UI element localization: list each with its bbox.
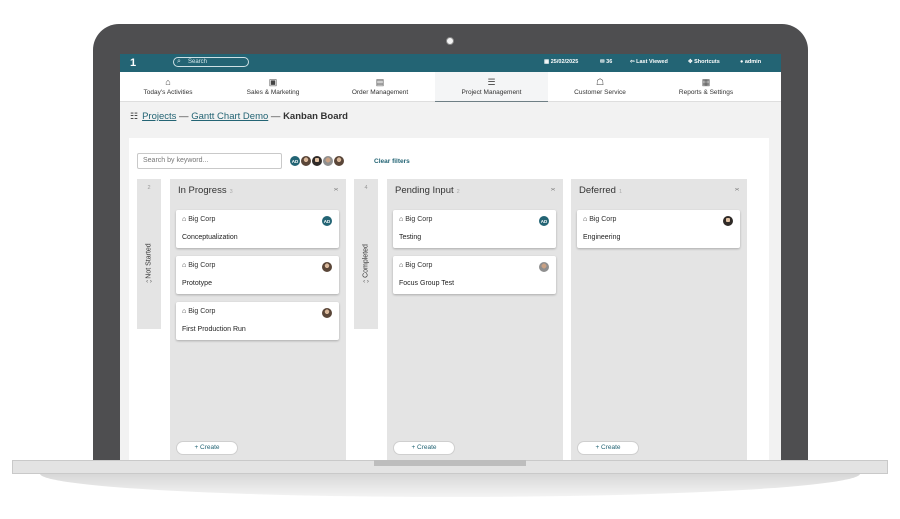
top-bar: 1 ⌕ Search ▦ 25/02/2025 ✉ 36 ⇦ Last View… <box>120 54 781 72</box>
card-title: Prototype <box>182 280 212 287</box>
breadcrumb-project-link[interactable]: Gantt Chart Demo <box>191 111 268 122</box>
support-icon: ☖ <box>595 77 605 87</box>
laptop-notch <box>374 460 526 466</box>
assignee-avatar: AD <box>538 215 550 227</box>
create-card-button[interactable]: + Create <box>393 441 455 455</box>
column-title: In Progress 3 <box>178 185 233 196</box>
column-count: 4 <box>364 185 368 191</box>
create-card-button[interactable]: + Create <box>577 441 639 455</box>
card-title: First Production Run <box>182 326 246 333</box>
home-icon: ⌂ <box>165 77 171 87</box>
clipboard-icon: ▤ <box>375 77 385 87</box>
webcam <box>446 37 454 45</box>
column-in-progress: In Progress 3 ›‹ ⌂ Big Corp Conceptualiza… <box>170 179 346 460</box>
column-not-started-collapsed[interactable]: 2 Not Started ‹ › <box>137 179 161 329</box>
card-company: ⌂ Big Corp <box>399 216 433 223</box>
nav-todays-activities[interactable]: ⌂ Today's Activities <box>128 72 208 101</box>
nav-order-management[interactable]: ▤ Order Management <box>340 72 420 101</box>
kanban-card[interactable]: ⌂ Big Corp Focus Group Test <box>393 256 556 294</box>
app-screen: 1 ⌕ Search ▦ 25/02/2025 ✉ 36 ⇦ Last View… <box>120 54 781 460</box>
printer-icon: ▦ <box>701 77 711 87</box>
column-count: 2 <box>147 185 151 191</box>
clear-filters-link[interactable]: Clear filters <box>374 158 410 165</box>
column-count: 2 <box>456 189 460 195</box>
nav-reports-settings[interactable]: ▦ Reports & Settings <box>666 72 746 101</box>
expand-arrows-icon[interactable]: ‹ › <box>137 279 161 285</box>
nav-customer-service[interactable]: ☖ Customer Service <box>560 72 640 101</box>
breadcrumb-separator: — <box>268 111 284 122</box>
search-icon: ⌕ <box>177 58 181 65</box>
collapse-column-icon[interactable]: ›‹ <box>334 187 338 193</box>
assignee-avatar <box>538 261 550 273</box>
kanban-card[interactable]: ⌂ Big Corp First Production Run <box>176 302 339 340</box>
last-viewed-button[interactable]: ⇦ Last Viewed <box>630 59 668 65</box>
nav-project-management[interactable]: ☰ Project Management <box>435 72 548 102</box>
collapse-column-icon[interactable]: ›‹ <box>735 187 739 193</box>
card-company: ⌂ Big Corp <box>583 216 617 223</box>
card-title: Testing <box>399 234 422 241</box>
page-title: Kanban Board <box>283 111 348 122</box>
calendar-icon: ▦ <box>544 59 551 65</box>
kanban-card[interactable]: ⌂ Big Corp Conceptualization AD <box>176 210 339 248</box>
mail-counter[interactable]: ✉ 36 <box>600 59 612 65</box>
card-title: Focus Group Test <box>399 280 455 287</box>
breadcrumb: ☷ Projects — Gantt Chart Demo — Kanban Bo… <box>130 111 348 122</box>
kanban-panel: Search by keyword... AD Clear filters 2 … <box>129 138 769 460</box>
kanban-card[interactable]: ⌂ Big Corp Engineering <box>577 210 740 248</box>
card-company: ⌂ Big Corp <box>182 308 216 315</box>
column-title: Deferred 1 <box>579 185 623 196</box>
column-count: 3 <box>229 189 233 195</box>
collapse-column-icon[interactable]: ›‹ <box>551 187 555 193</box>
laptop-base-shadow <box>40 473 860 497</box>
user-avatar-filter[interactable] <box>333 155 345 167</box>
app-logo[interactable]: 1 <box>130 56 144 70</box>
tasks-icon: ☰ <box>487 77 496 87</box>
kanban-card[interactable]: ⌂ Big Corp Testing AD <box>393 210 556 248</box>
column-pending-input: Pending Input 2 ›‹ ⌂ Big Corp Testing AD … <box>387 179 563 460</box>
kanban-card[interactable]: ⌂ Big Corp Prototype <box>176 256 339 294</box>
card-company: ⌂ Big Corp <box>399 262 433 269</box>
user-menu[interactable]: ● admin <box>740 59 761 65</box>
global-search-input[interactable]: ⌕ Search <box>173 57 249 67</box>
column-count: 1 <box>618 189 623 195</box>
breadcrumb-projects-link[interactable]: Projects <box>142 111 176 122</box>
assignee-avatar <box>321 307 333 319</box>
search-placeholder: Search <box>188 59 208 65</box>
shortcuts-button[interactable]: ✥ Shortcuts <box>688 59 720 65</box>
column-title: Pending Input 2 <box>395 185 460 196</box>
card-company: ⌂ Big Corp <box>182 262 216 269</box>
card-title: Conceptualization <box>182 234 238 241</box>
card-company: ⌂ Big Corp <box>182 216 216 223</box>
briefcase-icon: ▣ <box>268 77 278 87</box>
assignee-avatar <box>321 261 333 273</box>
assignee-avatar <box>722 215 734 227</box>
expand-arrows-icon[interactable]: ‹ › <box>354 279 378 285</box>
main-nav: ⌂ Today's Activities ▣ Sales & Marketing… <box>120 72 781 102</box>
assignee-avatar: AD <box>321 215 333 227</box>
nav-sales-marketing[interactable]: ▣ Sales & Marketing <box>233 72 313 101</box>
column-completed-collapsed[interactable]: 4 Completed ‹ › <box>354 179 378 329</box>
list-icon: ☷ <box>130 111 139 121</box>
keyword-search-input[interactable]: Search by keyword... <box>137 153 282 169</box>
create-card-button[interactable]: + Create <box>176 441 238 455</box>
column-deferred: Deferred 1 ›‹ ⌂ Big Corp Engineering + Cr… <box>571 179 747 460</box>
card-title: Engineering <box>583 234 621 241</box>
date-display[interactable]: ▦ 25/02/2025 <box>544 59 578 65</box>
breadcrumb-separator: — <box>176 111 192 122</box>
